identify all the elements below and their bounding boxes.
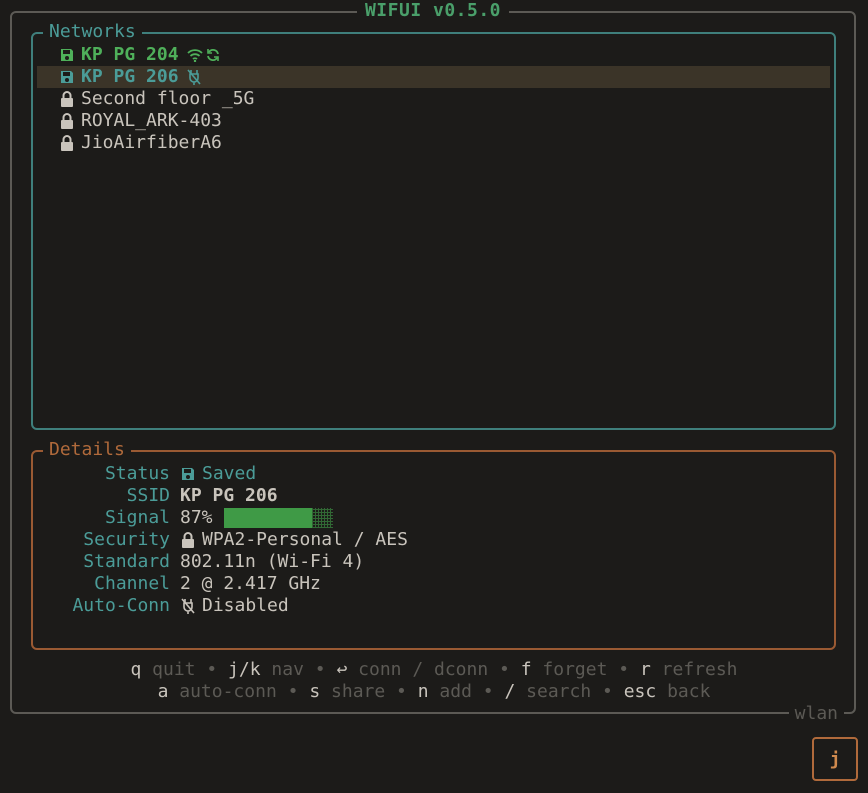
signal-bar-remainder — [311, 508, 333, 528]
help-key: a — [157, 681, 169, 702]
help-key: s — [309, 681, 321, 702]
standard-value: 802.11n (Wi-Fi 4) — [180, 551, 365, 572]
network-item[interactable]: JioAirfiberA6 — [37, 132, 830, 154]
help-separator: • — [314, 659, 326, 680]
networks-panel-title: Networks — [43, 21, 142, 43]
help-key: esc — [623, 681, 657, 702]
lock-icon — [59, 88, 75, 110]
help-separator: • — [602, 681, 613, 702]
network-name: KP PG 206 — [81, 66, 179, 87]
autoconn-label: Auto-Conn — [72, 595, 170, 616]
standard-label: Standard — [83, 551, 170, 572]
wifi-icon — [186, 48, 203, 62]
help-desc: conn / dconn — [358, 659, 489, 680]
help-key: j/k — [228, 659, 261, 680]
channel-label: Channel — [94, 573, 170, 594]
network-item[interactable]: KP PG 204 — [37, 44, 830, 66]
help-separator: • — [482, 681, 494, 702]
security-value: WPA2-Personal / AES — [202, 529, 408, 550]
help-key: q — [130, 659, 142, 680]
help-key: n — [417, 681, 429, 702]
interface-label: wlan — [788, 703, 844, 725]
save-icon — [180, 463, 196, 485]
lock-icon — [59, 110, 75, 132]
refresh-icon — [206, 48, 220, 62]
details-panel: Details Status Saved SSID KP PG 206 Sign… — [31, 439, 836, 650]
details-panel-title: Details — [43, 439, 131, 461]
lock-icon — [180, 529, 196, 551]
signal-bar — [223, 508, 312, 528]
network-name: KP PG 204 — [81, 44, 179, 65]
lock-icon — [59, 132, 75, 154]
help-separator: • — [206, 659, 218, 680]
help-separator: • — [396, 681, 407, 702]
signal-value: 87% — [180, 507, 213, 528]
network-name: Second floor _5G — [81, 88, 255, 109]
help-desc: nav — [271, 659, 304, 680]
status-value: Saved — [202, 463, 257, 484]
help-separator: • — [287, 681, 299, 702]
help-desc: share — [331, 681, 386, 702]
save-icon — [59, 66, 75, 88]
autoconnect-off-icon — [186, 69, 201, 85]
signal-label: Signal — [104, 507, 170, 528]
help-desc: refresh — [661, 659, 738, 680]
save-icon — [59, 44, 75, 66]
help-desc: search — [526, 681, 592, 702]
help-desc: quit — [152, 659, 196, 680]
help-desc: back — [667, 681, 711, 702]
networks-panel: Networks KP PG 204 KP PG 206 Second floor … — [31, 21, 836, 430]
autoconnect-off-icon — [180, 595, 196, 617]
status-label: Status — [104, 463, 170, 484]
help-separator: • — [618, 659, 630, 680]
network-list: KP PG 204 KP PG 206 Second floor _5G ROYAL_… — [37, 44, 830, 154]
help-desc: add — [439, 681, 472, 702]
network-item[interactable]: Second floor _5G — [37, 88, 830, 110]
help-key: ↩ — [336, 659, 348, 680]
help-key: r — [639, 659, 651, 680]
help-desc: forget — [542, 659, 608, 680]
channel-value: 2 @ 2.417 GHz — [180, 573, 321, 594]
ssid-label: SSID — [126, 485, 170, 506]
help-key: f — [520, 659, 532, 680]
key-indicator: j — [812, 737, 858, 781]
security-label: Security — [83, 529, 170, 550]
network-item[interactable]: ROYAL_ARK-403 — [37, 110, 830, 132]
network-item[interactable]: KP PG 206 — [37, 66, 830, 88]
help-line-2: a auto-conn • s share • n add • / search… — [0, 681, 868, 703]
help-separator: • — [499, 659, 510, 680]
network-name: ROYAL_ARK-403 — [81, 110, 222, 131]
help-line-1: q quit • j/k nav • ↩ conn / dconn • f fo… — [0, 659, 868, 681]
help-key: / — [504, 681, 516, 702]
app-title: WIFUI v0.5.0 — [356, 0, 510, 21]
network-name: JioAirfiberA6 — [81, 132, 222, 153]
autoconn-value: Disabled — [202, 595, 289, 616]
help-desc: auto-conn — [179, 681, 277, 702]
ssid-value: KP PG 206 — [180, 485, 278, 506]
